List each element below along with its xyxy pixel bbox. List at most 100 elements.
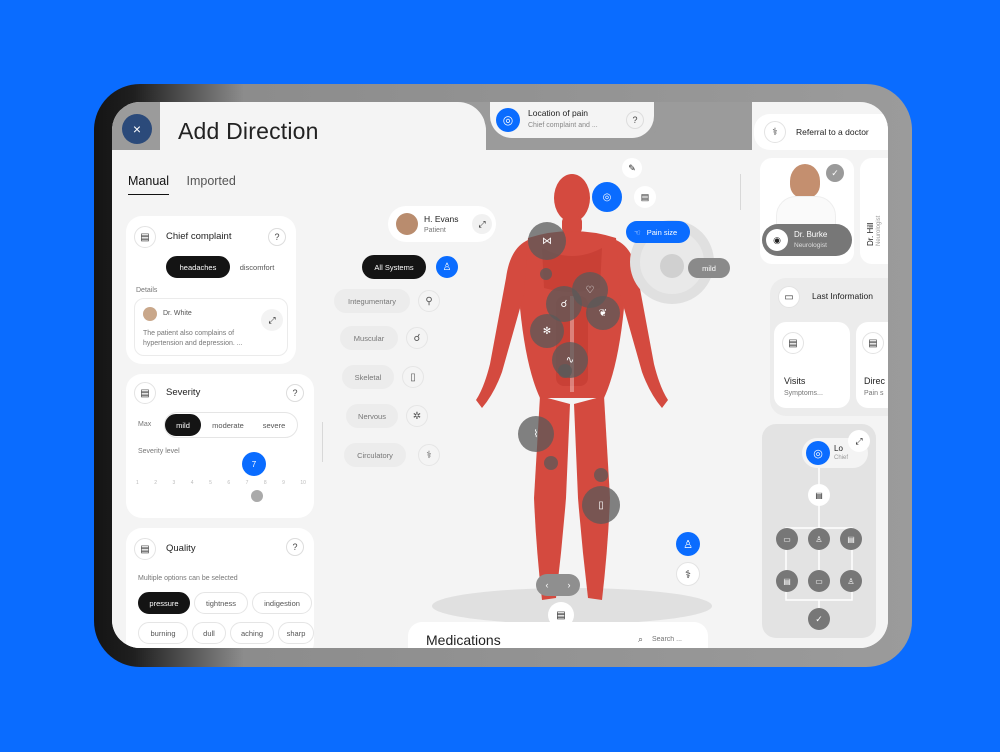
- bone-icon[interactable]: ▯: [402, 366, 424, 388]
- location-subtitle: Chief complaint and ...: [528, 122, 598, 129]
- scale-tick: 6: [227, 480, 231, 486]
- referral-card: ⚕ Referral to a doctor: [754, 114, 888, 150]
- option-burning[interactable]: burning: [138, 622, 188, 644]
- option-dull[interactable]: dull: [192, 622, 226, 644]
- details-label: Details: [136, 287, 158, 294]
- location-help-icon[interactable]: ?: [626, 111, 644, 129]
- tab-imported[interactable]: Imported: [186, 174, 235, 194]
- tool-icon[interactable]: ✎: [622, 158, 642, 178]
- chevron-right-icon[interactable]: ›: [568, 580, 571, 590]
- brain-icon: ◉: [766, 229, 788, 251]
- scrollbar[interactable]: [322, 422, 323, 462]
- system-circulatory[interactable]: Circulatory: [344, 443, 406, 467]
- scale-tick: 10: [300, 480, 306, 486]
- tab-manual[interactable]: Manual: [128, 174, 169, 195]
- check-icon[interactable]: ✓: [826, 164, 844, 182]
- option-aching[interactable]: aching: [230, 622, 274, 644]
- page-title: Add Direction: [178, 118, 319, 144]
- person-node[interactable]: ♙: [840, 570, 862, 592]
- pain-dot[interactable]: [540, 268, 552, 280]
- scale-tick: 8: [263, 480, 267, 486]
- pain-size-button[interactable]: ☜ Pain size: [626, 221, 690, 243]
- option-pressure[interactable]: pressure: [138, 592, 190, 614]
- quality-hint: Multiple options can be selected: [138, 575, 238, 582]
- pain-marker[interactable]: ⌇: [518, 416, 554, 452]
- chief-complaint-title: Chief complaint: [166, 231, 232, 242]
- document-node[interactable]: ▤: [808, 484, 830, 506]
- option-mild[interactable]: mild: [165, 414, 201, 436]
- pain-dot[interactable]: [544, 456, 558, 470]
- neuron-icon[interactable]: ✲: [406, 405, 428, 427]
- option-moderate[interactable]: moderate: [204, 414, 252, 436]
- visits-card[interactable]: ▤ Visits Symptoms...: [774, 322, 850, 408]
- pain-marker[interactable]: ⋈: [528, 222, 566, 260]
- all-systems-button[interactable]: All Systems: [362, 255, 426, 279]
- doctor2-role: Neurologist: [876, 215, 882, 246]
- location-card[interactable]: ◎ Location of pain Chief complaint and .…: [490, 102, 654, 138]
- last-info-title: Last Information: [812, 291, 873, 301]
- quality-title: Quality: [166, 543, 196, 554]
- chevron-left-icon[interactable]: ‹: [546, 580, 549, 590]
- visits-title: Visits: [784, 376, 806, 386]
- document-icon[interactable]: ▤: [634, 186, 656, 208]
- organ-view-icon[interactable]: ⚕: [676, 562, 700, 586]
- option-sharp[interactable]: sharp: [278, 622, 314, 644]
- system-integumentary[interactable]: Integumentary: [334, 289, 410, 313]
- scrollbar[interactable]: [740, 174, 741, 210]
- avatar: [396, 213, 418, 235]
- direc-card[interactable]: ▤ Direc Pain s: [856, 322, 888, 408]
- severity-title: Severity: [166, 387, 201, 398]
- help-icon[interactable]: ?: [286, 538, 304, 556]
- pain-marker-selected[interactable]: ◎: [592, 182, 622, 212]
- body-view-icon[interactable]: ♙: [676, 532, 700, 556]
- pain-marker[interactable]: ▯: [582, 486, 620, 524]
- doctor-name: Dr. White: [163, 310, 192, 317]
- close-button[interactable]: ×: [122, 114, 152, 144]
- medications-search-input[interactable]: [652, 632, 704, 646]
- document-node[interactable]: ▤: [840, 528, 862, 550]
- system-skeletal[interactable]: Skeletal: [342, 365, 394, 389]
- document-icon: ▤: [134, 538, 156, 560]
- quality-card: ▤ Quality ? Multiple options can be sele…: [126, 528, 314, 648]
- severity-slider-thumb[interactable]: [251, 490, 264, 502]
- pain-size-label: Pain size: [646, 227, 678, 237]
- tab-bar: Manual Imported: [128, 174, 250, 195]
- details-box[interactable]: Dr. White ⤢ The patient also complains o…: [134, 298, 288, 356]
- doctor-card[interactable]: ✓ ◉ Dr. Burke Neurologist: [760, 158, 854, 264]
- muscle-icon[interactable]: ☌: [406, 327, 428, 349]
- system-nervous[interactable]: Nervous: [346, 404, 398, 428]
- document-icon: ▤: [134, 226, 156, 248]
- flow-card: ◎ Lo Chief ⤢ ▤ ▭ ♙ ▤ ▤ ▭ ♙ ✓: [762, 424, 876, 638]
- option-indigestion[interactable]: indigestion: [252, 592, 312, 614]
- expand-icon[interactable]: ⤢: [261, 309, 283, 331]
- document-node[interactable]: ▤: [776, 570, 798, 592]
- direc-title: Direc: [864, 376, 886, 386]
- system-muscular[interactable]: Muscular: [340, 326, 398, 350]
- max-label: Max: [138, 421, 152, 428]
- stethoscope-icon: ⚕: [764, 121, 786, 143]
- scale-tick: 4: [190, 480, 194, 486]
- scale-tick: 7: [245, 480, 249, 486]
- direc-subtitle: Pain s: [864, 390, 884, 397]
- option-discomfort[interactable]: discomfort: [230, 256, 284, 278]
- severity-scale: 1 2 3 4 5 6 7 8 9 10: [136, 480, 306, 486]
- pain-marker[interactable]: ✻: [530, 314, 564, 348]
- folder-node[interactable]: ▭: [776, 528, 798, 550]
- document-icon: ▤: [134, 382, 156, 404]
- pain-dot[interactable]: [558, 364, 572, 378]
- pain-marker[interactable]: ❦: [586, 296, 620, 330]
- option-severe[interactable]: severe: [254, 414, 294, 436]
- person-node[interactable]: ♙: [808, 528, 830, 550]
- help-icon[interactable]: ?: [268, 228, 286, 246]
- check-node[interactable]: ✓: [808, 608, 830, 630]
- help-icon[interactable]: ?: [286, 384, 304, 402]
- pain-dot[interactable]: [594, 468, 608, 482]
- option-headaches[interactable]: headaches: [166, 256, 230, 278]
- folder-node[interactable]: ▭: [808, 570, 830, 592]
- severity-card: ▤ Severity ? Max mild moderate severe Se…: [126, 374, 314, 518]
- option-tightness[interactable]: tightness: [194, 592, 248, 614]
- severity-level-label: Severity level: [138, 448, 180, 455]
- right-panel: ⚕ Referral to a doctor ✓ ◉ Dr. Burke Neu…: [752, 102, 888, 648]
- document-icon: ▤: [862, 332, 884, 354]
- doctor-card-2[interactable]: Dr. Hill Neurologist: [860, 158, 888, 264]
